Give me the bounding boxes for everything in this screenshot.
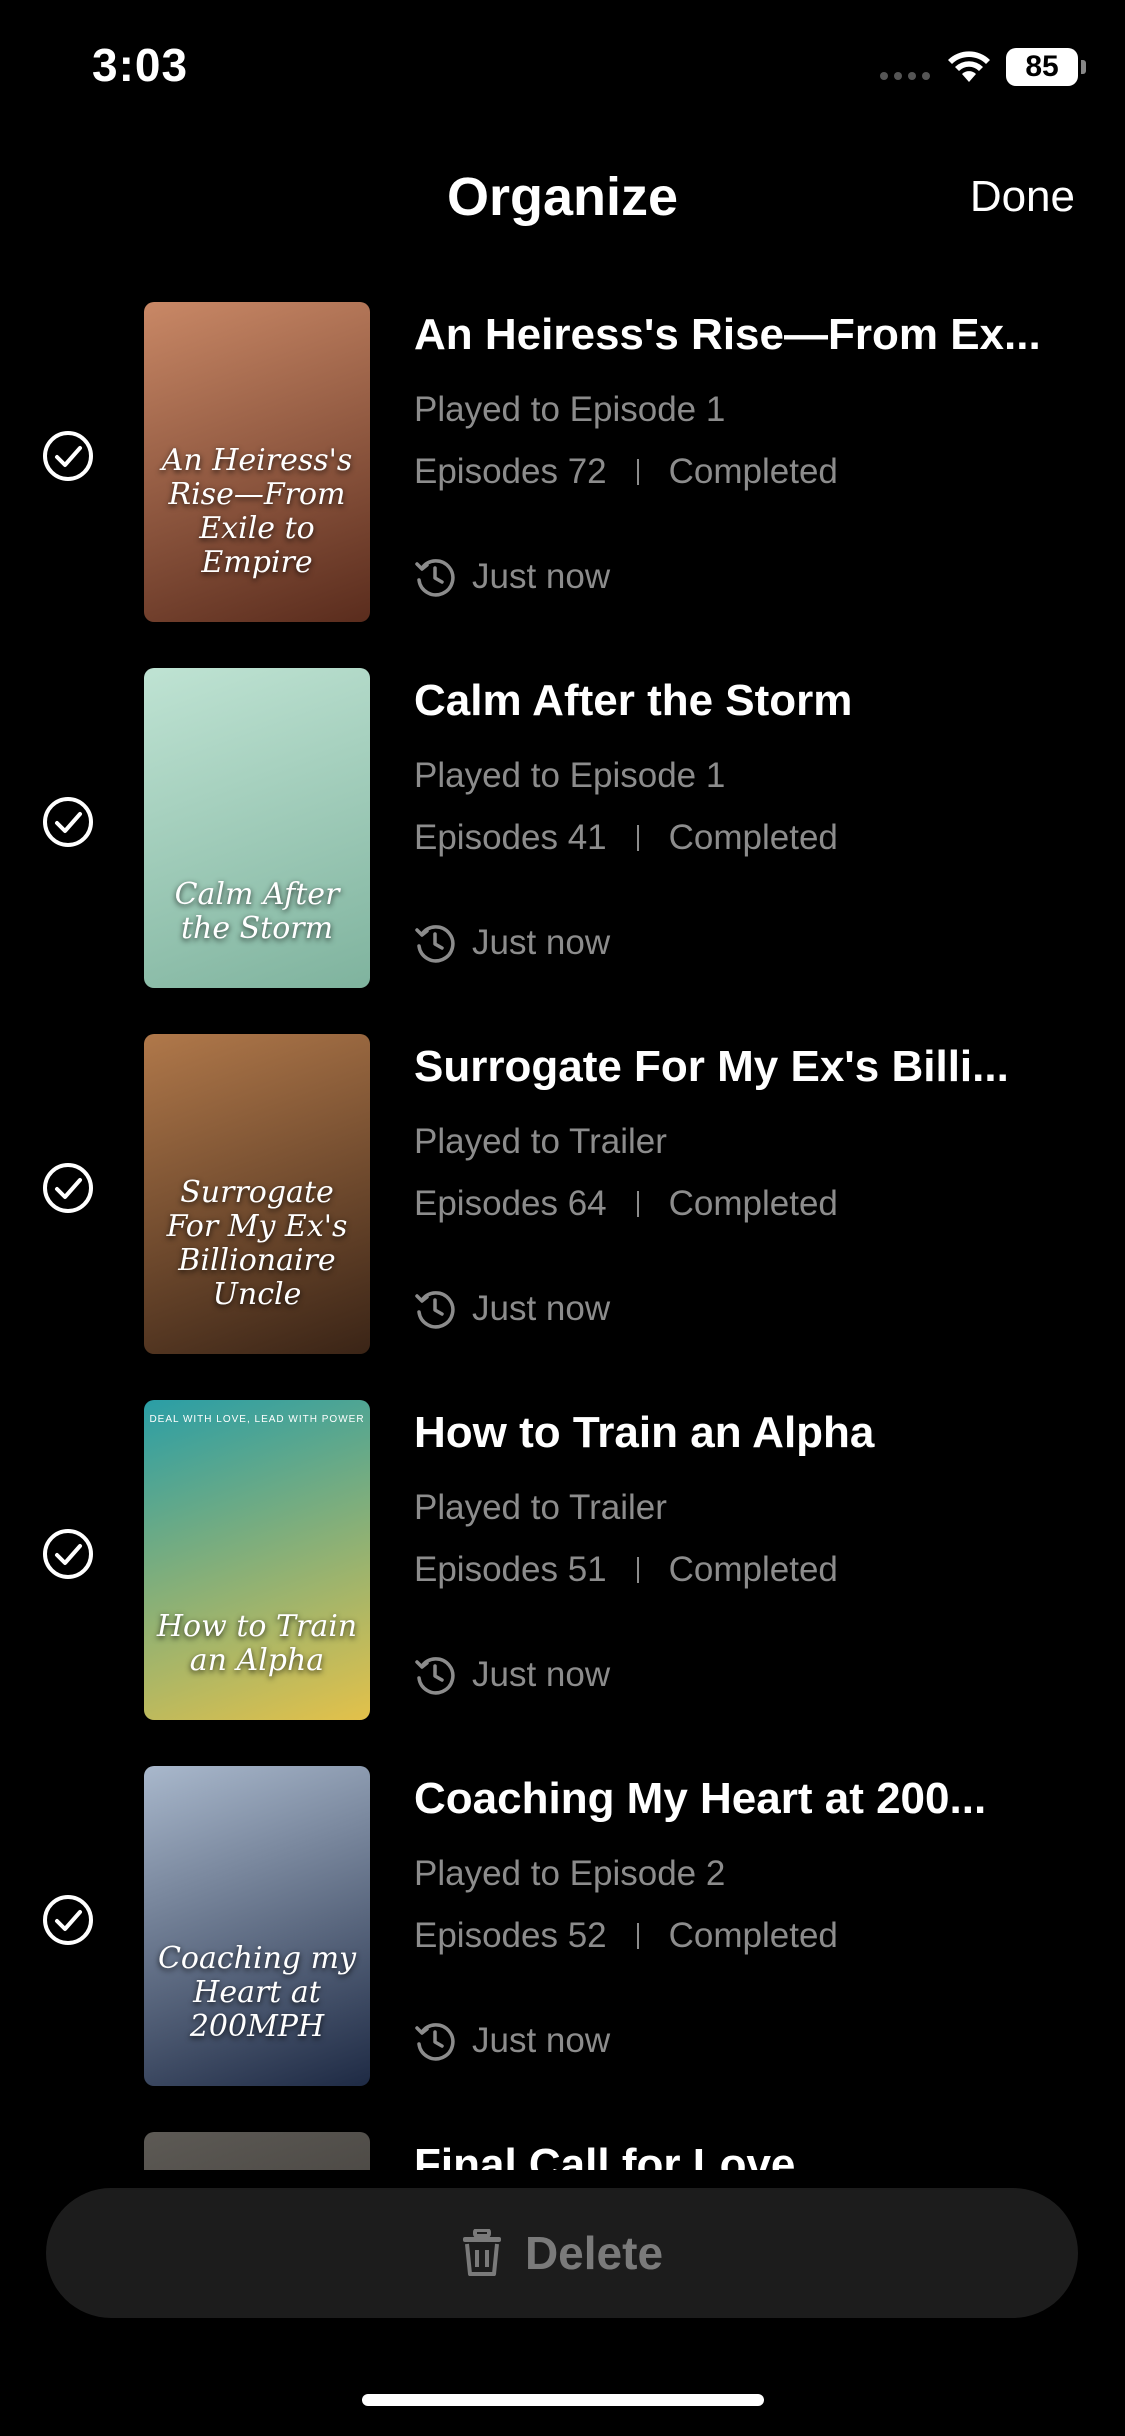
history-clock-icon xyxy=(415,1291,455,1329)
poster-thumbnail[interactable]: An Heiress's Rise—From Exile to Empire xyxy=(144,302,370,622)
episode-count: Episodes 72 xyxy=(414,452,607,491)
played-progress: Played to Trailer xyxy=(414,1122,667,1161)
divider xyxy=(636,1557,639,1583)
history-clock-icon xyxy=(415,559,455,597)
battery-icon: 85 xyxy=(1006,48,1086,86)
last-watched-time: Just now xyxy=(472,1289,611,1328)
episode-meta: Episodes 51 Completed xyxy=(414,1550,838,1590)
checkmark-circle-icon[interactable] xyxy=(42,1894,94,1946)
status-bar: 3:03 85 xyxy=(0,0,1125,140)
history-clock-icon xyxy=(415,925,455,963)
poster-title: Coaching my Heart at 200MPH xyxy=(157,1941,357,2044)
last-watched: Just now xyxy=(414,922,610,964)
checkmark-circle-icon[interactable] xyxy=(42,1528,94,1580)
divider xyxy=(636,1923,639,1949)
home-indicator[interactable] xyxy=(362,2394,764,2406)
poster-thumbnail[interactable]: Coaching my Heart at 200MPH xyxy=(144,1766,370,2086)
poster-thumbnail[interactable]: Surrogate For My Ex's Billionaire Uncle xyxy=(144,1034,370,1354)
drama-title: Calm After the Storm xyxy=(414,676,853,725)
list-item[interactable]: Surrogate For My Ex's Billionaire Uncle … xyxy=(0,1032,1125,1398)
list-item[interactable]: An Heiress's Rise—From Exile to Empire A… xyxy=(0,300,1125,666)
cellular-signal-icon xyxy=(880,72,930,80)
last-watched: Just now xyxy=(414,1288,610,1330)
drama-title: An Heiress's Rise—From Ex... xyxy=(414,310,1041,359)
status-label: Completed xyxy=(668,1550,838,1589)
last-watched: Just now xyxy=(414,2020,610,2062)
trash-icon xyxy=(462,2229,501,2276)
status-label: Completed xyxy=(668,452,838,491)
episode-meta: Episodes 64 Completed xyxy=(414,1184,838,1224)
episode-count: Episodes 64 xyxy=(414,1184,607,1223)
drama-title: Coaching My Heart at 200... xyxy=(414,1774,987,1823)
last-watched: Just now xyxy=(414,1654,610,1696)
divider xyxy=(636,459,639,485)
poster-thumbnail[interactable] xyxy=(144,2132,370,2170)
list-item[interactable]: Final Call for Love xyxy=(0,2130,1125,2170)
checkmark-circle-icon[interactable] xyxy=(42,430,94,482)
played-progress: Played to Episode 1 xyxy=(414,390,726,429)
checkmark-circle-icon[interactable] xyxy=(42,796,94,848)
history-clock-icon xyxy=(415,1657,455,1695)
list-item[interactable]: Calm After the Storm Calm After the Stor… xyxy=(0,666,1125,1032)
divider xyxy=(636,1191,639,1217)
episode-count: Episodes 52 xyxy=(414,1916,607,1955)
status-label: Completed xyxy=(668,1184,838,1223)
drama-title: How to Train an Alpha xyxy=(414,1408,875,1457)
history-list: An Heiress's Rise—From Exile to Empire A… xyxy=(0,300,1125,2170)
last-watched-time: Just now xyxy=(472,923,611,962)
poster-title: An Heiress's Rise—From Exile to Empire xyxy=(161,443,353,580)
status-time: 3:03 xyxy=(92,39,189,91)
last-watched: Just now xyxy=(414,556,610,598)
divider xyxy=(636,825,639,851)
last-watched-time: Just now xyxy=(472,1655,611,1694)
episode-meta: Episodes 72 Completed xyxy=(414,452,838,492)
episode-meta: Episodes 41 Completed xyxy=(414,818,838,858)
played-progress: Played to Episode 1 xyxy=(414,756,726,795)
episode-meta: Episodes 52 Completed xyxy=(414,1916,838,1956)
episode-count: Episodes 51 xyxy=(414,1550,607,1589)
played-progress: Played to Episode 2 xyxy=(414,1854,726,1893)
history-clock-icon xyxy=(415,2023,455,2061)
page-title: Organize xyxy=(446,167,679,227)
drama-title: Final Call for Love xyxy=(414,2140,796,2170)
status-label: Completed xyxy=(668,1916,838,1955)
drama-title: Surrogate For My Ex's Billi... xyxy=(414,1042,1009,1091)
status-label: Completed xyxy=(668,818,838,857)
last-watched-time: Just now xyxy=(472,2021,611,2060)
list-item[interactable]: Coaching my Heart at 200MPH Coaching My … xyxy=(0,1764,1125,2130)
episode-count: Episodes 41 xyxy=(414,818,607,857)
wifi-icon xyxy=(948,51,990,82)
last-watched-time: Just now xyxy=(472,557,611,596)
done-button[interactable]: Done xyxy=(970,172,1075,222)
list-item[interactable]: DEAL WITH LOVE, LEAD WITH POWER How to T… xyxy=(0,1398,1125,1764)
poster-thumbnail[interactable]: DEAL WITH LOVE, LEAD WITH POWER How to T… xyxy=(144,1400,370,1720)
poster-title: How to Train an Alpha xyxy=(156,1609,358,1678)
delete-label: Delete xyxy=(524,2227,664,2279)
delete-button[interactable]: Delete xyxy=(46,2188,1078,2318)
checkmark-circle-icon[interactable] xyxy=(42,1162,94,1214)
poster-tagline: DEAL WITH LOVE, LEAD WITH POWER xyxy=(149,1414,365,1425)
poster-title: Surrogate For My Ex's Billionaire Uncle xyxy=(166,1175,348,1312)
poster-title: Calm After the Storm xyxy=(174,877,340,946)
poster-thumbnail[interactable]: Calm After the Storm xyxy=(144,668,370,988)
played-progress: Played to Trailer xyxy=(414,1488,667,1527)
